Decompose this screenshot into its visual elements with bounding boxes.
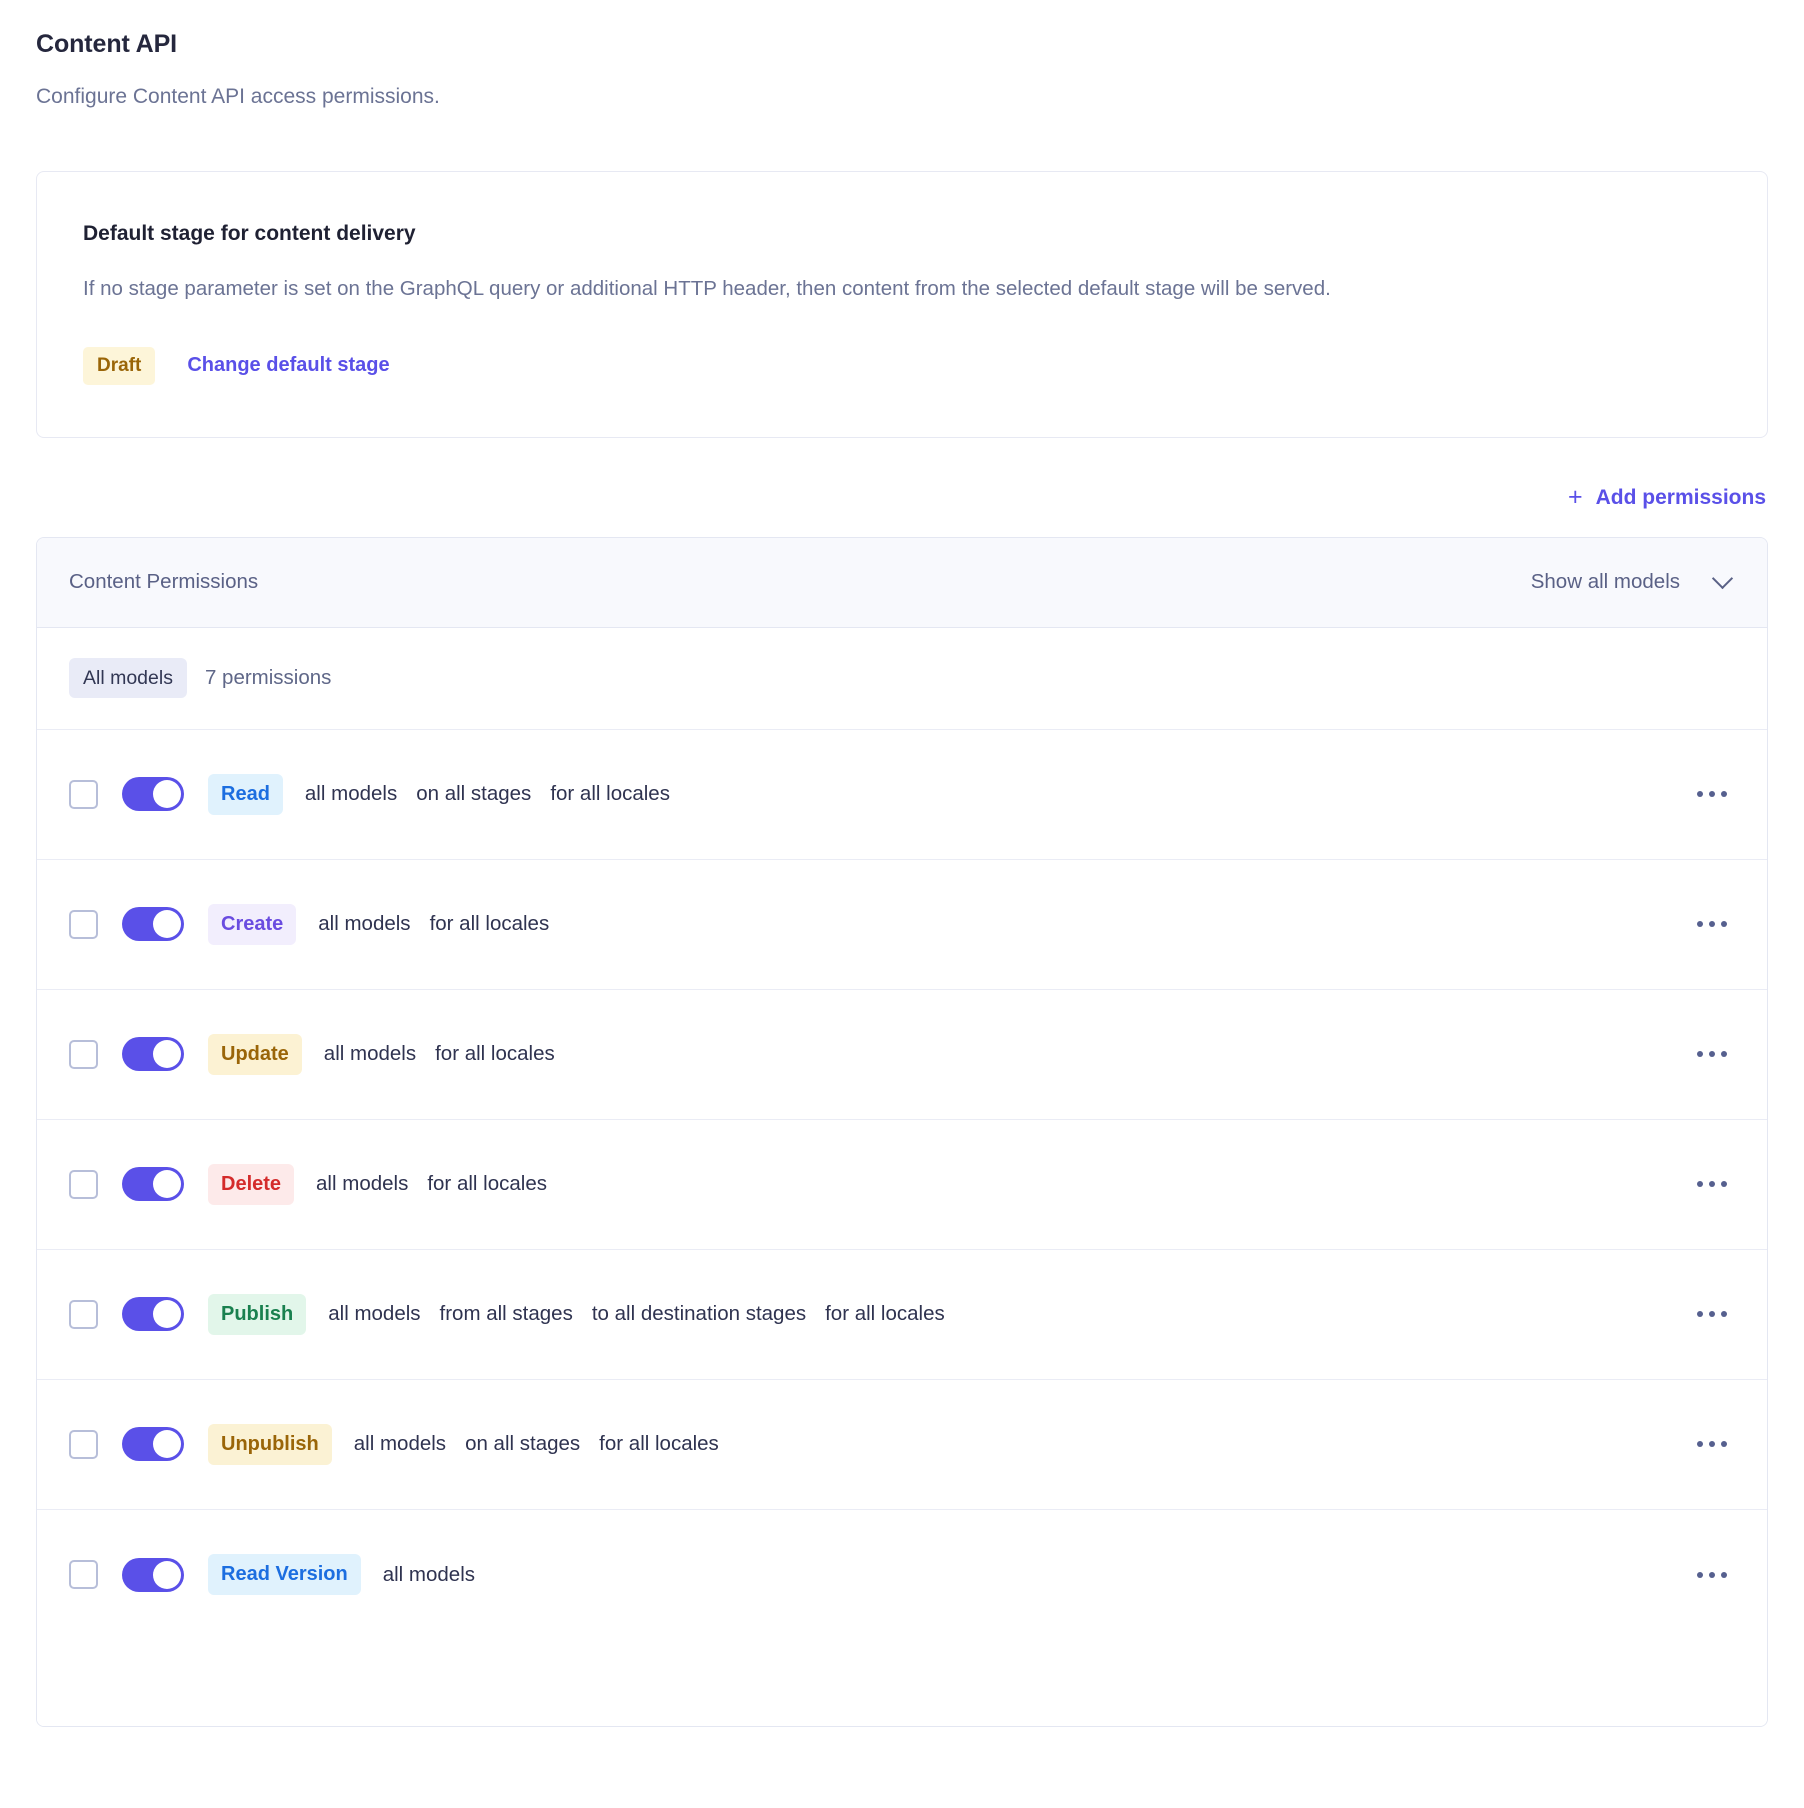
permissions-group-header: All models 7 permissions	[37, 628, 1767, 730]
default-stage-actions: Draft Change default stage	[83, 346, 1721, 385]
row-checkbox[interactable]	[69, 1560, 98, 1590]
show-all-models-label: Show all models	[1530, 570, 1680, 594]
permission-scope: all models on all stages for all locales	[354, 1432, 719, 1456]
permission-row: Read Version all models	[37, 1509, 1767, 1640]
action-badge: Create	[208, 903, 297, 945]
permission-row-content: Create all models for all locales	[69, 903, 1691, 945]
content-permissions-panel: Content Permissions Show all models All …	[36, 536, 1768, 1727]
ellipsis-icon[interactable]	[1691, 1562, 1733, 1588]
toggle-knob	[153, 1040, 181, 1069]
scope-segment: for all locales	[599, 1432, 719, 1456]
chevron-down-icon	[1713, 569, 1733, 589]
add-permissions-label: Add permissions	[1595, 486, 1766, 510]
toggle-knob	[153, 780, 181, 809]
default-stage-description: If no stage parameter is set on the Grap…	[83, 277, 1331, 301]
action-badge: Delete	[208, 1163, 295, 1205]
add-permissions-button[interactable]: + Add permissions	[1568, 482, 1766, 511]
permission-toggle[interactable]	[122, 1297, 184, 1332]
permission-scope: all models from all stages to all destinat…	[328, 1302, 945, 1326]
ellipsis-icon[interactable]	[1691, 1301, 1733, 1327]
permission-scope: all models for all locales	[318, 912, 549, 936]
panel-footer-space	[37, 1639, 1767, 1726]
permission-toggle[interactable]	[122, 1037, 184, 1072]
permissions-rows: Read all models on all stages for all local…	[37, 729, 1767, 1640]
permission-toggle[interactable]	[122, 1167, 184, 1202]
permission-toggle[interactable]	[122, 1557, 184, 1592]
toggle-knob	[153, 910, 181, 939]
row-checkbox[interactable]	[69, 1169, 98, 1199]
scope-segment: all models	[382, 1562, 476, 1586]
row-checkbox[interactable]	[69, 1299, 98, 1329]
permission-toggle[interactable]	[122, 907, 184, 942]
default-stage-title: Default stage for content delivery	[83, 221, 416, 245]
status-badge-draft: Draft	[83, 346, 156, 385]
permissions-panel-header: Content Permissions Show all models	[37, 537, 1767, 628]
row-checkbox[interactable]	[69, 1429, 98, 1459]
scope-segment: on all stages	[465, 1432, 581, 1456]
scope-segment: all models	[328, 1302, 421, 1326]
ellipsis-icon[interactable]	[1691, 781, 1733, 807]
row-checkbox[interactable]	[69, 909, 98, 939]
permission-scope: all models for all locales	[324, 1042, 555, 1066]
scope-segment: all models	[304, 782, 398, 806]
ellipsis-icon[interactable]	[1691, 1041, 1733, 1067]
permission-scope: all models for all locales	[316, 1172, 547, 1196]
action-badge: Publish	[208, 1293, 307, 1335]
permission-scope: all models on all stages for all locales	[305, 782, 670, 806]
permission-row: Create all models for all locales	[37, 859, 1767, 990]
row-checkbox[interactable]	[69, 779, 98, 809]
permission-row: Publish all models from all stages to all d…	[37, 1249, 1767, 1380]
permission-toggle[interactable]	[122, 777, 184, 812]
scope-segment: for all locales	[550, 782, 670, 806]
action-badge: Read Version	[208, 1554, 361, 1596]
permission-row: Delete all models for all locales	[37, 1119, 1767, 1250]
permission-row-content: Update all models for all locales	[69, 1033, 1691, 1075]
page-title: Content API	[36, 30, 178, 58]
permission-row: Unpublish all models on all stages for all …	[37, 1379, 1767, 1510]
permission-row: Update all models for all locales	[37, 989, 1767, 1120]
page-subtitle: Configure Content API access permissions…	[36, 84, 440, 108]
toggle-knob	[153, 1560, 181, 1589]
scope-segment: for all locales	[825, 1302, 945, 1326]
content-api-page: Content API Configure Content API access…	[0, 0, 1804, 1808]
toggle-knob	[153, 1170, 181, 1199]
ellipsis-icon[interactable]	[1691, 911, 1733, 937]
scope-segment: from all stages	[439, 1302, 573, 1326]
toggle-knob	[153, 1430, 181, 1459]
permission-toggle[interactable]	[122, 1427, 184, 1462]
scope-segment: all models	[353, 1432, 447, 1456]
ellipsis-icon[interactable]	[1691, 1431, 1733, 1457]
action-badge: Update	[208, 1033, 302, 1075]
action-badge: Unpublish	[208, 1423, 332, 1465]
scope-segment: for all locales	[435, 1042, 555, 1066]
scope-segment: to all destination stages	[591, 1302, 807, 1326]
scope-segment: for all locales	[429, 912, 550, 936]
permissions-panel-title: Content Permissions	[69, 570, 259, 594]
permission-row-content: Read Version all models	[69, 1554, 1691, 1596]
row-checkbox[interactable]	[69, 1039, 98, 1069]
toggle-knob	[153, 1300, 181, 1329]
permission-row-content: Publish all models from all stages to all d…	[69, 1293, 1691, 1335]
scope-segment: all models	[323, 1042, 417, 1066]
default-stage-card: Default stage for content delivery If no…	[36, 170, 1768, 438]
permission-row-content: Read all models on all stages for all local…	[69, 773, 1691, 815]
ellipsis-icon[interactable]	[1691, 1171, 1733, 1197]
show-all-models-dropdown[interactable]: Show all models	[1531, 570, 1733, 594]
scope-segment: all models	[318, 912, 411, 936]
permission-row: Read all models on all stages for all local…	[37, 729, 1767, 860]
scope-segment: on all stages	[416, 782, 532, 806]
add-permissions-row: + Add permissions	[36, 482, 1768, 511]
plus-icon: +	[1568, 482, 1583, 511]
permission-row-content: Delete all models for all locales	[69, 1163, 1691, 1205]
scope-segment: for all locales	[427, 1172, 547, 1196]
action-badge: Read	[208, 773, 283, 815]
permission-scope: all models	[383, 1563, 475, 1587]
change-default-stage-link[interactable]: Change default stage	[187, 353, 389, 378]
scope-segment: all models	[316, 1172, 409, 1196]
all-models-chip[interactable]: All models	[69, 658, 187, 699]
permission-row-content: Unpublish all models on all stages for all …	[69, 1423, 1691, 1465]
permissions-count: 7 permissions	[204, 666, 332, 690]
